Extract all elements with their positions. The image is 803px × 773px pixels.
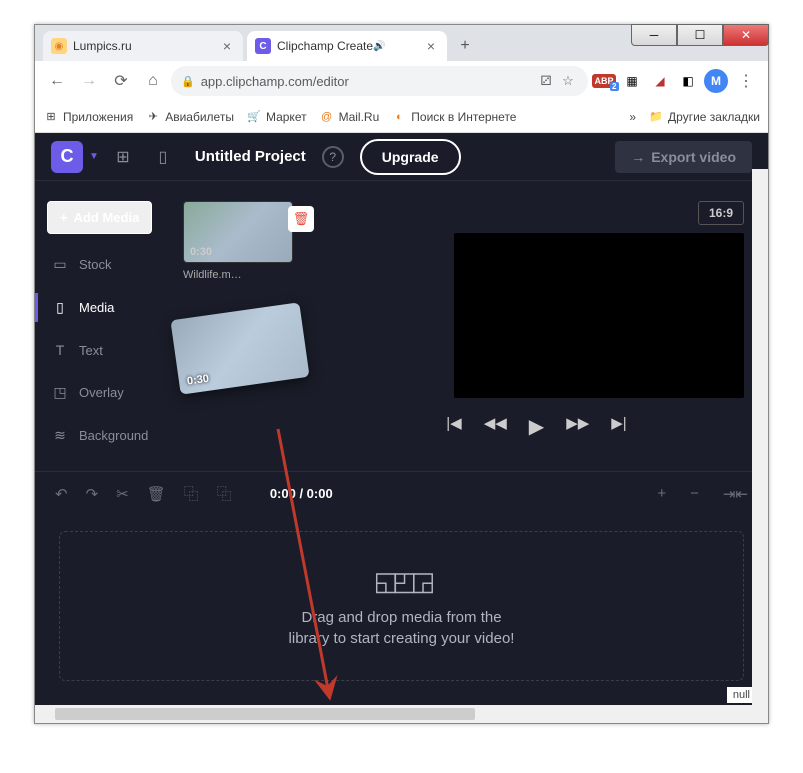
forward-button[interactable]: ▶▶ <box>566 414 589 439</box>
fit-button[interactable]: ⇥⇤ <box>723 485 748 503</box>
plus-icon: + <box>60 210 68 225</box>
project-title[interactable]: Untitled Project <box>195 148 306 165</box>
help-icon[interactable]: ? <box>322 146 344 168</box>
zoom-in-button[interactable]: + <box>657 485 666 503</box>
dragging-thumbnail[interactable]: 0:30 <box>170 302 309 394</box>
extension-icon[interactable]: ▦ <box>620 69 644 93</box>
bookmark-mail[interactable]: @Mail.Ru <box>319 109 380 125</box>
bookmark-market[interactable]: 🛒Маркет <box>246 109 307 125</box>
sidebar-item-overlay[interactable]: ◳Overlay <box>47 378 163 407</box>
media-icon: ▯ <box>51 299 69 316</box>
window-minimize[interactable]: ─ <box>631 24 677 46</box>
browser-tab-clipchamp[interactable]: C Clipchamp Create 🔊 × <box>247 31 447 61</box>
sidebar-item-background[interactable]: ≋Background <box>47 421 163 450</box>
aspect-ratio-button[interactable]: 16:9 <box>698 201 744 225</box>
dropzone-text-1: Drag and drop media from the <box>301 609 501 626</box>
export-button[interactable]: →Export video <box>615 141 752 173</box>
favicon-lumpics: ◉ <box>51 38 67 54</box>
filename-label: Wildlife.m… <box>183 269 337 281</box>
extension-icon[interactable]: ◧ <box>676 69 700 93</box>
extension-abp[interactable]: ABP2 <box>592 69 616 93</box>
tab-close[interactable]: × <box>423 38 439 54</box>
video-preview[interactable] <box>454 233 744 398</box>
audio-icon[interactable]: 🔊 <box>373 41 385 52</box>
text-icon: T <box>51 342 69 358</box>
browser-tab-lumpics[interactable]: ◉ Lumpics.ru × <box>43 31 243 61</box>
film-icon[interactable]: ⊞ <box>107 141 139 173</box>
play-button[interactable]: ▶ <box>529 414 544 439</box>
bookmark-more[interactable]: » <box>629 110 636 124</box>
tab-title: Lumpics.ru <box>73 39 132 53</box>
redo-button[interactable]: ↷ <box>86 485 99 503</box>
duration-label: 0:30 <box>190 246 212 258</box>
add-media-button[interactable]: +Add Media <box>47 201 152 234</box>
address-bar[interactable]: 🔒 app.clipchamp.com/editor ⚂ ☆ <box>171 66 588 96</box>
vertical-scrollbar[interactable] <box>752 169 768 705</box>
bookmark-apps[interactable]: ⊞Приложения <box>43 109 133 125</box>
favicon-clipchamp: C <box>255 38 271 54</box>
forward-button[interactable]: → <box>75 67 103 95</box>
bookmark-poisk[interactable]: ◐Поиск в Интернете <box>391 109 516 125</box>
dropzone-cards-icon: ◱◰◲ <box>374 566 430 597</box>
skip-start-button[interactable]: |◀ <box>446 414 461 439</box>
cut-button[interactable]: ✂ <box>116 485 129 503</box>
stock-icon: ▭ <box>51 256 69 273</box>
background-icon: ≋ <box>51 427 69 444</box>
skip-end-button[interactable]: ▶| <box>611 414 626 439</box>
duration-label: 0:30 <box>186 373 209 388</box>
menu-button[interactable]: ⋮ <box>732 67 760 95</box>
tab-title: Clipchamp Create <box>277 39 373 53</box>
zoom-out-button[interactable]: − <box>690 485 699 503</box>
bookmark-other[interactable]: 📁Другие закладки <box>648 109 760 125</box>
timeline-time: 0:00 / 0:00 <box>270 486 333 501</box>
sidebar-item-text[interactable]: TText <box>47 336 163 364</box>
horizontal-scrollbar[interactable] <box>35 705 768 723</box>
logo-chevron-icon[interactable]: ▼ <box>89 151 99 162</box>
duplicate-button[interactable]: ⿻ <box>217 483 232 504</box>
home-button[interactable]: ⌂ <box>139 67 167 95</box>
sidebar-item-media[interactable]: ▯Media <box>47 293 163 322</box>
url-text: app.clipchamp.com/editor <box>201 74 349 89</box>
copy-button[interactable]: ⿻ <box>184 483 199 504</box>
overlay-icon: ◳ <box>51 384 69 401</box>
window-close[interactable]: ✕ <box>723 24 769 46</box>
reload-button[interactable]: ⟳ <box>107 67 135 95</box>
sidebar-item-stock[interactable]: ▭Stock <box>47 250 163 279</box>
delete-timeline-button[interactable]: 🗑 <box>147 485 166 503</box>
rewind-button[interactable]: ◀◀ <box>484 414 507 439</box>
extension-pdf[interactable]: ◢ <box>648 69 672 93</box>
timeline-dropzone[interactable]: ◱◰◲ Drag and drop media from the library… <box>59 531 744 681</box>
window-maximize[interactable]: ☐ <box>677 24 723 46</box>
back-button[interactable]: ← <box>43 67 71 95</box>
export-arrow-icon: → <box>631 149 645 165</box>
dropzone-text-2: library to start creating your video! <box>289 630 515 647</box>
undo-button[interactable]: ↶ <box>55 485 68 503</box>
upgrade-button[interactable]: Upgrade <box>360 139 461 175</box>
lock-icon: 🔒 <box>181 75 195 88</box>
delete-button[interactable]: 🗑 <box>288 206 314 232</box>
profile-avatar[interactable]: M <box>704 69 728 93</box>
tab-close[interactable]: × <box>219 38 235 54</box>
document-icon[interactable]: ▯ <box>147 141 179 173</box>
media-thumbnail[interactable]: 🗑 0:30 <box>183 201 293 263</box>
app-logo[interactable]: C <box>51 141 83 173</box>
translate-icon[interactable]: ⚂ <box>536 71 556 91</box>
new-tab-button[interactable]: + <box>451 32 479 60</box>
bookmark-star[interactable]: ☆ <box>558 71 578 91</box>
bookmark-avia[interactable]: ✈Авиабилеты <box>145 109 234 125</box>
